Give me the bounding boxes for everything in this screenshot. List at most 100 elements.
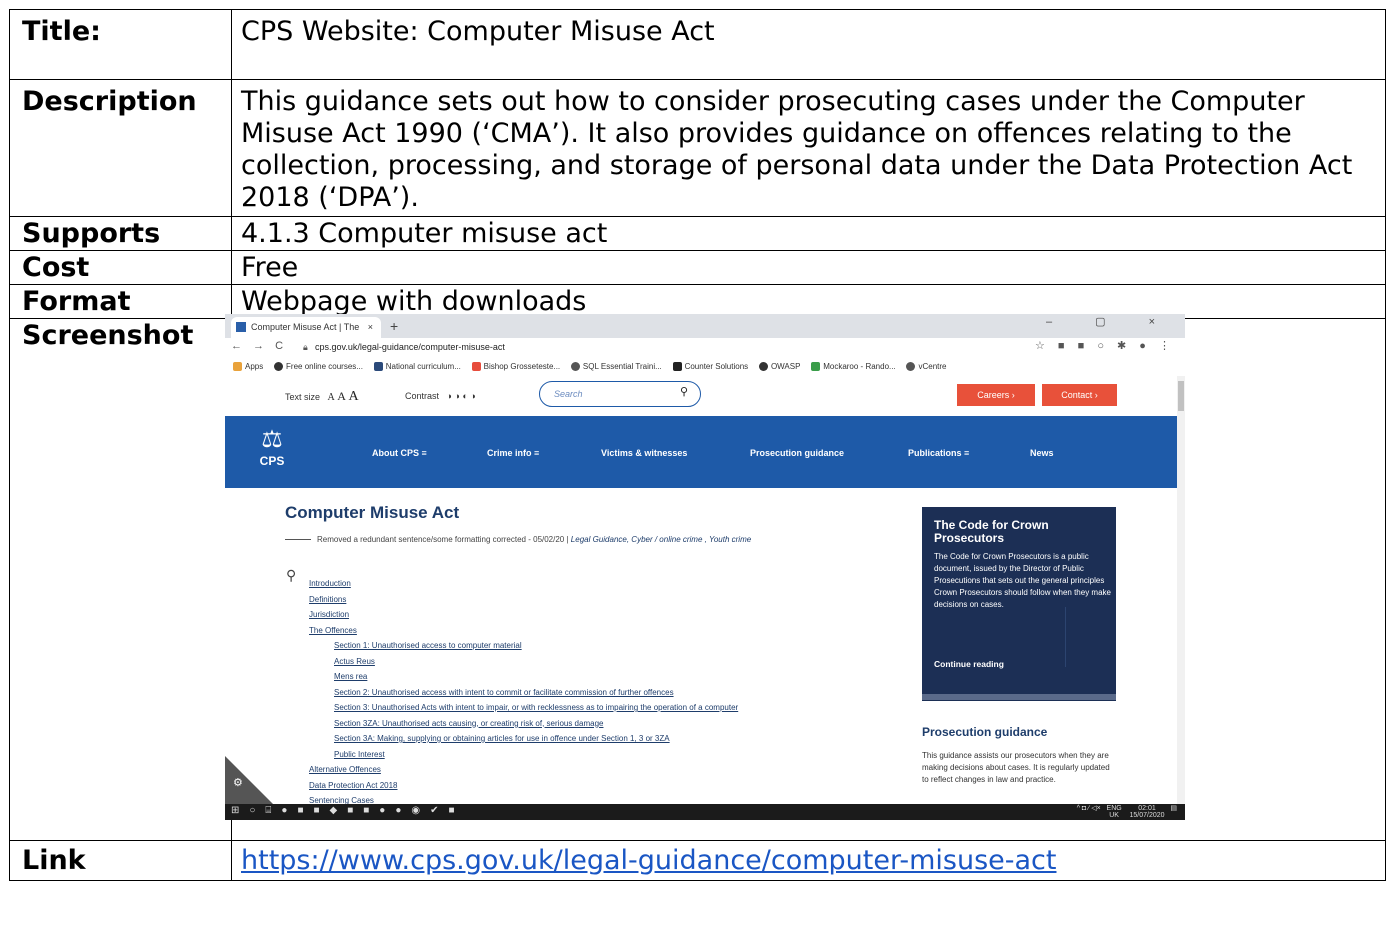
bookmark-item[interactable]: Apps — [233, 358, 263, 376]
scroll-thumb[interactable] — [1178, 381, 1184, 411]
gear-icon[interactable]: ⚙ — [233, 777, 243, 789]
extensions-icon[interactable]: ☆ ■ ■ ○ ✱ ● ⋮ — [1035, 340, 1175, 352]
taskbar-apps-icon[interactable]: ⊞○⌸●■■◆■■●●◉✔■ — [231, 805, 465, 817]
meta-tags[interactable]: Legal Guidance, Cyber / online crime , Y… — [571, 535, 751, 544]
lock-icon: 🔒︎ — [303, 342, 308, 352]
bookmark-item[interactable]: Mockaroo - Rando... — [811, 358, 896, 376]
nav-crime-info[interactable]: Crime info ≡ — [487, 447, 539, 459]
search-input[interactable]: Search ⚲ — [539, 381, 701, 407]
card-bottom-bar — [922, 694, 1116, 700]
link-label: Link — [9, 840, 232, 881]
title-label: Title: — [9, 9, 232, 80]
text-size-medium[interactable]: A — [337, 389, 346, 403]
tray-lang[interactable]: ENG — [1107, 805, 1122, 812]
text-size-large[interactable]: A — [348, 389, 358, 404]
toc-link[interactable]: Jurisdiction — [309, 607, 829, 623]
back-forward-reload-icon[interactable]: ← → C — [231, 340, 287, 352]
screenshot-label: Screenshot — [9, 318, 232, 841]
toc-link[interactable]: Data Protection Act 2018 — [309, 778, 829, 794]
card-title: The Code for Crown Prosecutors — [934, 518, 1049, 545]
text-size-control: Text size A A A — [285, 390, 359, 404]
nav-publications[interactable]: Publications ≡ — [908, 447, 969, 459]
nav-about-cps[interactable]: About CPS ≡ — [372, 447, 427, 459]
contrast-control: Contrast ◑ ◑ ◐ ◑ — [405, 390, 476, 402]
lightbulb-icon: ⚲ — [286, 567, 297, 583]
meta-divider — [285, 539, 311, 541]
toc-link[interactable]: Section 3: Unauthorised Acts with intent… — [309, 700, 829, 716]
toc-link[interactable]: Section 1: Unauthorised access to comput… — [309, 638, 829, 654]
notification-icon[interactable]: ▤ — [1170, 805, 1177, 812]
utility-bar: Text size A A A Contrast ◑ ◑ ◐ ◑ Search … — [225, 376, 1177, 416]
card-body: The Code for Crown Prosecutors is a publ… — [934, 552, 1111, 609]
page-scrollbar[interactable] — [1177, 376, 1185, 804]
cost-label: Cost — [9, 250, 232, 285]
cps-link[interactable]: https://www.cps.gov.uk/legal-guidance/co… — [241, 845, 1056, 876]
description-value: This guidance sets out how to consider p… — [231, 79, 1386, 217]
link-row: Link https://www.cps.gov.uk/legal-guidan… — [9, 840, 1386, 881]
careers-button[interactable]: Careers › — [957, 384, 1035, 406]
info-table: Title: CPS Website: Computer Misuse Act … — [9, 9, 1386, 881]
bookmark-item[interactable]: National curriculum... — [373, 358, 461, 376]
screenshot-row: Screenshot Computer Misuse Act | The Cro… — [9, 314, 1386, 841]
website-screenshot: Computer Misuse Act | The Crow × + – ▢ ×… — [225, 314, 1185, 820]
toc-link[interactable]: The Offences — [309, 623, 829, 639]
article-title: Computer Misuse Act — [285, 503, 460, 522]
bookmarks-bar: Apps Free online courses... National cur… — [225, 358, 1185, 377]
logo-text: CPS — [259, 454, 285, 468]
prosecution-guidance-title[interactable]: Prosecution guidance — [922, 726, 1047, 738]
prosecution-guidance-body: This guidance assists our prosecutors wh… — [922, 751, 1110, 784]
text-size-small[interactable]: A — [328, 392, 335, 403]
toc-link[interactable]: Public Interest — [309, 747, 829, 763]
toc-link[interactable]: Introduction — [309, 576, 829, 592]
tray-icons[interactable]: ^ ◘ ∕ ◁× — [1077, 805, 1105, 812]
bookmark-item[interactable]: vCentre — [906, 358, 946, 376]
close-tab-icon[interactable]: × — [368, 317, 373, 338]
browser-tabbar: Computer Misuse Act | The Crow × + – ▢ × — [225, 314, 1185, 338]
url-field[interactable]: cps.gov.uk/legal-guidance/computer-misus… — [315, 341, 505, 353]
nav-news[interactable]: News — [1030, 447, 1054, 459]
text-size-label: Text size — [285, 392, 321, 402]
cost-value: Free — [231, 250, 1386, 285]
toc-link[interactable]: Definitions — [309, 592, 829, 608]
window-controls-icon[interactable]: – ▢ × — [1046, 316, 1175, 328]
toc-link[interactable]: Alternative Offences — [309, 762, 829, 778]
main-nav: ⚖ CPS About CPS ≡ Crime info ≡ Victims &… — [225, 416, 1177, 488]
search-placeholder: Search — [554, 389, 583, 399]
toc-link[interactable]: Mens rea — [309, 669, 829, 685]
new-tab-icon[interactable]: + — [390, 317, 398, 335]
nav-prosecution-guidance[interactable]: Prosecution guidance — [750, 447, 844, 459]
table-of-contents: Introduction Definitions Jurisdiction The O… — [309, 576, 829, 820]
bookmark-item[interactable]: Bishop Grosseteste... — [471, 358, 560, 376]
supports-row: Supports 4.1.3 Computer misuse act — [9, 216, 1386, 251]
title-row: Title: CPS Website: Computer Misuse Act — [9, 9, 1386, 80]
bookmark-item[interactable]: Free online courses... — [274, 358, 363, 376]
nav-victims-witnesses[interactable]: Victims & witnesses — [601, 447, 687, 459]
tray-region[interactable]: UK — [1109, 812, 1119, 819]
card-decoration — [1065, 607, 1116, 667]
bookmark-item[interactable]: OWASP — [758, 358, 800, 376]
tab-title: Computer Misuse Act | The Crow — [251, 322, 361, 332]
contrast-label: Contrast — [405, 391, 440, 401]
toc-link[interactable]: Actus Reus — [309, 654, 829, 670]
browser-tab[interactable]: Computer Misuse Act | The Crow × — [231, 317, 381, 338]
bookmark-item[interactable]: Counter Solutions — [672, 358, 748, 376]
taskbar-tray: ^ ◘ ∕ ◁× ENG UK 02:01 15/07/2020 ▤ — [1077, 805, 1177, 819]
format-label: Format — [9, 284, 232, 319]
tray-date[interactable]: 15/07/2020 — [1129, 812, 1164, 819]
cps-logo[interactable]: ⚖ CPS — [255, 426, 289, 480]
search-icon[interactable]: ⚲ — [680, 386, 688, 398]
tray-time[interactable]: 02:01 — [1138, 805, 1156, 812]
scales-icon: ⚖ — [261, 426, 283, 453]
continue-reading-link[interactable]: Continue reading — [934, 658, 1004, 670]
address-bar: ← → C 🔒︎ cps.gov.uk/legal-guidance/compu… — [225, 338, 1185, 358]
toc-link[interactable]: Section 2: Unauthorised access with inte… — [309, 685, 829, 701]
windows-taskbar: ⊞○⌸●■■◆■■●●◉✔■ ^ ◘ ∕ ◁× ENG UK 02:01 15/… — [225, 804, 1185, 820]
contrast-icons[interactable]: ◑ ◑ ◐ ◑ — [447, 391, 476, 401]
toc-link[interactable]: Section 3A: Making, supplying or obtaini… — [309, 731, 829, 747]
toc-link[interactable]: Section 3ZA: Unauthorised acts causing, … — [309, 716, 829, 732]
supports-value: 4.1.3 Computer misuse act — [231, 216, 1386, 251]
code-card: The Code for Crown Prosecutors The Code … — [922, 507, 1116, 701]
contact-button[interactable]: Contact › — [1042, 384, 1117, 406]
bookmark-item[interactable]: SQL Essential Traini... — [570, 358, 662, 376]
cps-website: Text size A A A Contrast ◑ ◑ ◐ ◑ Search … — [225, 376, 1185, 820]
